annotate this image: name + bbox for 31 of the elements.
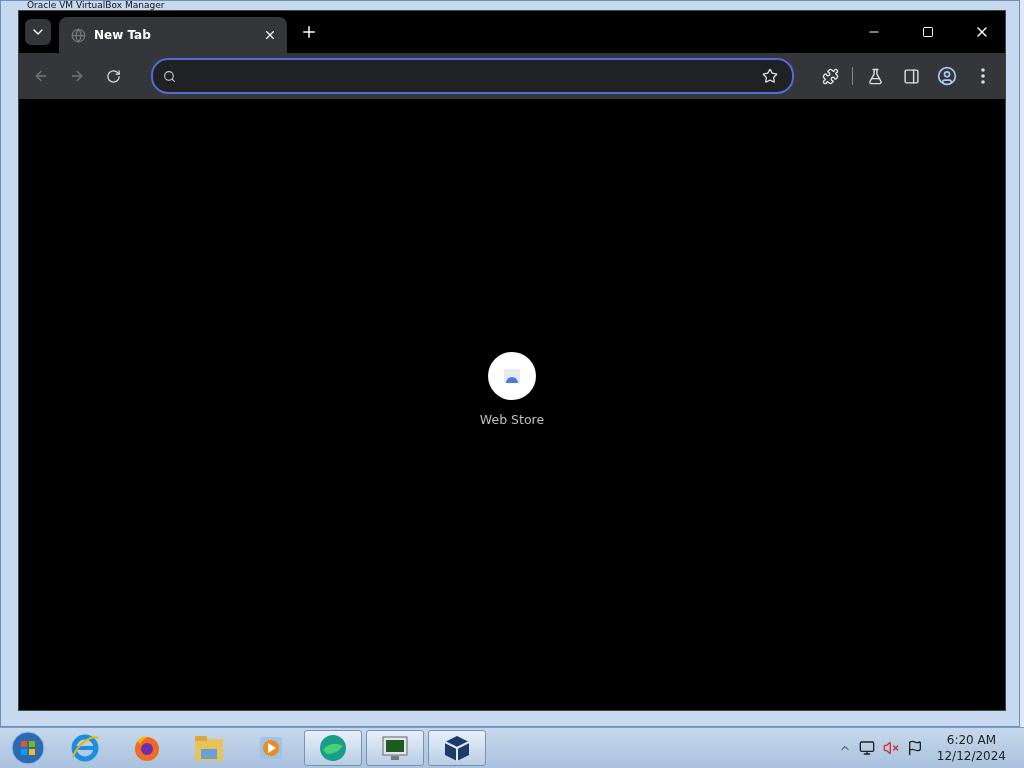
search-icon	[163, 69, 176, 83]
taskbar-app-button[interactable]	[428, 730, 486, 766]
address-bar[interactable]	[151, 58, 794, 94]
browser-e-icon	[70, 733, 100, 763]
puzzle-icon	[821, 67, 839, 85]
arrow-right-icon	[69, 68, 85, 84]
taskbar-app-button[interactable]	[366, 730, 424, 766]
monitor-icon	[379, 733, 411, 763]
side-panel-icon	[902, 67, 920, 85]
flask-icon	[866, 67, 884, 85]
reload-icon	[105, 68, 121, 84]
menu-icon	[981, 68, 985, 84]
clock[interactable]: 6:20 AM 12/12/2024	[936, 732, 1006, 764]
user-avatar-icon	[937, 66, 957, 86]
shortcut-icon	[488, 352, 536, 400]
globe-icon	[71, 27, 86, 43]
tab-title: New Tab	[94, 28, 152, 42]
windows-logo-icon	[10, 730, 46, 766]
shortcut-tile[interactable]: Web Store	[479, 352, 545, 427]
close-icon	[263, 28, 277, 42]
maximize-icon	[922, 26, 934, 38]
browser-tab[interactable]: New Tab	[59, 17, 287, 53]
tab-search-button[interactable]	[25, 19, 51, 45]
wave-globe-icon	[317, 732, 349, 764]
window-title: Oracle VM VirtualBox Manager	[27, 0, 165, 10]
folder-icon	[193, 733, 225, 763]
flag-icon[interactable]	[906, 740, 923, 756]
plus-icon	[300, 23, 318, 41]
star-icon	[762, 68, 778, 84]
muted-speaker-icon[interactable]	[882, 740, 899, 756]
cube-icon	[442, 733, 472, 763]
